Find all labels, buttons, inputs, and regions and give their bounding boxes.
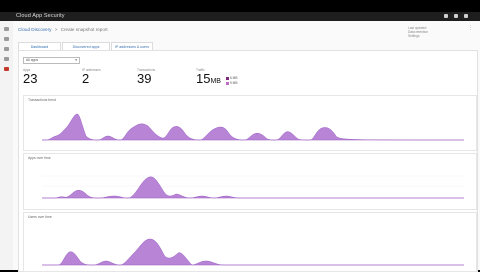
investigate-icon[interactable] (4, 47, 9, 51)
app-title: Cloud App Security (16, 13, 65, 19)
legend-swatch (226, 81, 229, 85)
filter-label: All apps (26, 58, 39, 62)
stat-apps[interactable]: Apps 23 (23, 68, 37, 86)
traffic-value: 15 (196, 71, 211, 86)
stat-traffic[interactable]: Traffic 15MB (196, 68, 221, 89)
top-icons (444, 14, 468, 18)
user-icon[interactable] (464, 14, 468, 18)
breadcrumb-separator: > (54, 27, 58, 32)
chart-panel-1: Transactions trend (23, 95, 477, 151)
chart-2-svg (42, 175, 464, 199)
dashboard-icon[interactable] (4, 27, 9, 31)
chart-panel-2: Apps over time (23, 153, 477, 210)
chart-area (42, 113, 465, 141)
dashboard-panel: All apps ▾ Apps 23 IP addresses 2 Transa… (18, 50, 478, 272)
chart-3-svg (42, 238, 464, 266)
apps-filter-select[interactable]: All apps ▾ (23, 57, 80, 64)
stat-value: 2 (82, 71, 90, 86)
screen: Cloud App Security Cloud Discovery > Cre… (0, 0, 480, 272)
legend-swatch (226, 76, 229, 80)
control-icon[interactable] (4, 57, 9, 61)
left-nav (0, 21, 14, 270)
top-bar: Cloud App Security (0, 12, 480, 21)
stat-value: 15MB (196, 72, 221, 89)
breadcrumb: Cloud Discovery > Create snapshot report (18, 27, 108, 32)
legend-item-download: 9 MB (226, 81, 237, 86)
chart-panel-3: Users over time (23, 212, 477, 272)
report-info: Last updated Data retention Settings ⋮ (408, 26, 473, 39)
legend-label: 6 MB (230, 76, 238, 80)
traffic-unit: MB (210, 78, 221, 85)
help-icon[interactable] (454, 14, 458, 18)
breadcrumb-root[interactable]: Cloud Discovery (18, 27, 51, 32)
more-menu-icon[interactable]: ⋮ (468, 26, 473, 31)
traffic-legend: 6 MB 9 MB (226, 76, 237, 86)
chart-area (42, 238, 464, 266)
settings-icon[interactable] (444, 14, 448, 18)
stat-ip-addresses[interactable]: IP addresses 2 (82, 68, 101, 86)
chart-1-svg (42, 113, 465, 141)
chevron-down-icon: ▾ (75, 58, 77, 62)
main-content: Cloud Discovery > Create snapshot report… (13, 21, 480, 272)
discover-icon[interactable] (4, 37, 9, 41)
breadcrumb-current: Create snapshot report (60, 27, 108, 32)
info-line-3[interactable]: Settings (408, 34, 428, 38)
stat-value: 39 (137, 71, 152, 86)
alerts-icon[interactable] (4, 67, 9, 71)
stat-value: 23 (23, 71, 38, 86)
chart-area (42, 176, 464, 199)
stat-transactions[interactable]: Transactions 39 (137, 68, 155, 86)
legend-label: 9 MB (230, 81, 238, 85)
